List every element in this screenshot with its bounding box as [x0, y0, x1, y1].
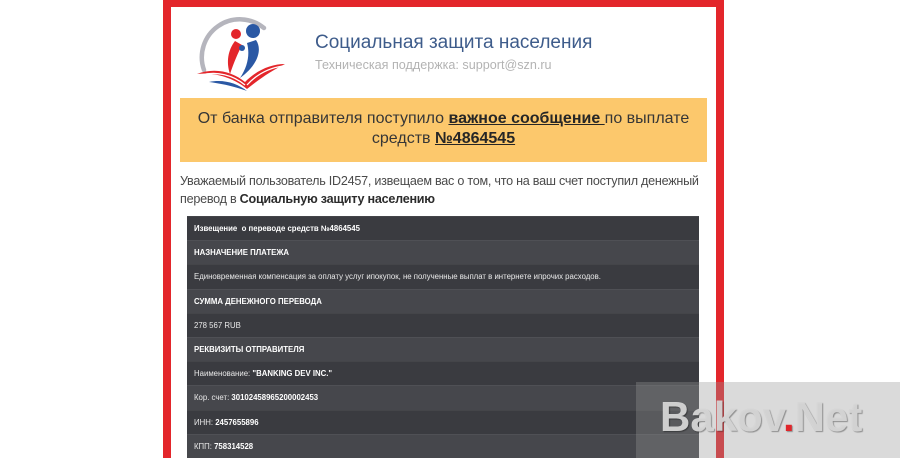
watermark-dot: .	[782, 392, 795, 440]
watermark-part1: Bakov	[660, 392, 783, 440]
amount-heading-row: СУММА ДЕНЕЖНОГО ПЕРЕВОДА	[187, 288, 699, 313]
watermark: Bakov.Net	[636, 382, 900, 458]
kpp-value: 758314528	[214, 441, 254, 451]
watermark-part2: Net	[794, 392, 863, 440]
sender-name-value: "BANKING DEV INC."	[252, 369, 333, 379]
kpp-row: КПП: 758314528	[187, 433, 699, 458]
sender-name-label: Наименование:	[194, 369, 253, 379]
payment-number-link[interactable]: №4864545	[435, 130, 515, 147]
alert-banner: От банка отправителя поступило важное со…	[180, 98, 707, 162]
site-title: Социальная защита населения	[315, 32, 593, 53]
intro-text: Уважаемый пользователь ID2457, извещаем …	[180, 172, 710, 208]
amount-heading: СУММА ДЕНЕЖНОГО ПЕРЕВОДА	[194, 296, 322, 306]
amount-value: 278 567 RUB	[194, 320, 241, 330]
corr-account-value: 30102458965200002453	[231, 393, 319, 403]
inn-row: ИНН: 2457655896	[187, 409, 699, 434]
logo-icon	[195, 12, 287, 92]
important-message-link[interactable]: важное сообщение	[448, 110, 604, 127]
notice-title: Извещение о переводе средств №4864545	[194, 224, 360, 233]
corr-account-label: Кор. счет:	[194, 393, 232, 403]
sender-name-row: Наименование: "BANKING DEV INC."	[187, 361, 699, 386]
intro-text-recipient: Социальную защиту населению	[239, 191, 435, 206]
notice-title-row: Извещение о переводе средств №4864545	[187, 216, 699, 241]
transfer-notice-table: Извещение о переводе средств №4864545 НА…	[187, 216, 699, 458]
purpose-heading-row: НАЗНАЧЕНИЕ ПЛАТЕЖА	[187, 240, 699, 265]
sender-heading-row: РЕКВИЗИТЫ ОТПРАВИТЕЛЯ	[187, 336, 699, 362]
sender-heading: РЕКВИЗИТЫ ОТПРАВИТЕЛЯ	[194, 344, 305, 354]
support-contact: Техническая поддержка: support@szn.ru	[315, 57, 552, 72]
purpose-heading: НАЗНАЧЕНИЕ ПЛАТЕЖА	[194, 248, 290, 258]
corr-account-row: Кор. счет: 30102458965200002453	[187, 385, 699, 410]
page-content: Социальная защита населения Техническая …	[171, 7, 716, 458]
inn-value: 2457655896	[215, 417, 259, 427]
kpp-label: КПП:	[194, 441, 215, 451]
purpose-row: Единовременная компенсация за оплату усл…	[187, 264, 699, 289]
logo-head-blue	[246, 24, 260, 38]
banner-text-before: От банка отправителя поступило	[197, 110, 449, 127]
logo-head-child	[239, 45, 245, 51]
logo-svg	[197, 17, 285, 91]
inn-label: ИНН:	[194, 417, 216, 427]
amount-row: 278 567 RUB	[187, 312, 699, 337]
watermark-text: Bakov.Net	[660, 392, 863, 440]
logo-head-red	[231, 29, 241, 39]
purpose-text: Единовременная компенсация за оплату усл…	[194, 272, 601, 282]
